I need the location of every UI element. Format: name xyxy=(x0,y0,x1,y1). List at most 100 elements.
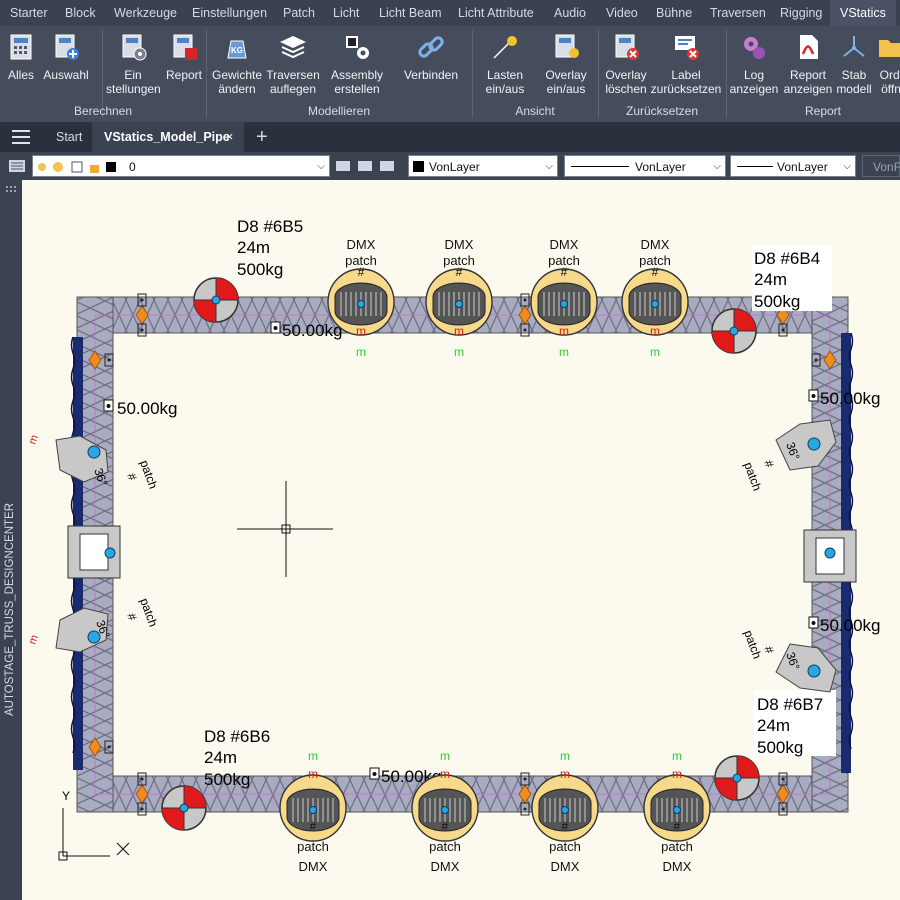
label-zuruecksetzen-button[interactable]: Label zurücksetzen xyxy=(650,30,722,96)
fixture-green-m: m xyxy=(559,345,569,359)
side-bar-fixture-right[interactable] xyxy=(803,529,857,583)
menu-licht-beam[interactable]: Licht Beam xyxy=(379,0,442,26)
side-bar-fixture-left[interactable] xyxy=(67,525,121,579)
color-dropdown[interactable]: VonLayer ⌵ xyxy=(408,155,558,177)
overlay-label: Overlay ein/aus xyxy=(545,68,587,96)
lasten-button[interactable]: Lasten ein/aus xyxy=(480,30,530,96)
cad-drawing[interactable]: D8 #6B5 24m 500kg D8 #6B4 24m 500kg D8 #… xyxy=(22,180,900,900)
verbinden-label: Verbinden xyxy=(403,68,459,82)
verbinden-button[interactable]: Verbinden xyxy=(400,30,462,82)
layer-tools-icons[interactable] xyxy=(334,157,402,175)
add-tab-button[interactable]: + xyxy=(256,122,268,152)
alles-button[interactable]: Alles xyxy=(4,30,38,82)
ribbon: Alles Auswahl Ein stellungen Report Bere… xyxy=(0,26,900,122)
motor-6b7-length: 24m xyxy=(757,716,790,735)
document-tab-bar: Start VStatics_Model_Pipe × + xyxy=(0,122,900,152)
fixture-center-icon xyxy=(651,300,659,308)
menu-einstellungen[interactable]: Einstellungen xyxy=(192,0,267,26)
lineweight-dropdown[interactable]: VonLayer ⌵ xyxy=(730,155,856,177)
assembly-button[interactable]: Assembly erstellen xyxy=(328,30,386,96)
point-load-right-lower[interactable]: 50.00kg xyxy=(808,616,881,635)
fixture-green-m: m xyxy=(672,749,682,763)
tab-close-icon[interactable]: × xyxy=(226,122,233,152)
menu-traversen[interactable]: Traversen xyxy=(710,0,766,26)
menu-werkzeuge[interactable]: Werkzeuge xyxy=(114,0,177,26)
tab-vstatics-model-pipe[interactable]: VStatics_Model_Pipe × xyxy=(92,122,244,152)
auswahl-button[interactable]: Auswahl xyxy=(42,30,90,82)
ordner-button[interactable]: Ordi öffn xyxy=(874,30,900,96)
traversen-button[interactable]: Traversen auflegen xyxy=(266,30,320,96)
plotstyle-dropdown[interactable]: VonFa xyxy=(862,155,900,177)
chevron-down-icon: ⌵ xyxy=(843,161,851,172)
fixture-red-m: m xyxy=(560,767,570,781)
color-value: VonLayer xyxy=(429,160,480,174)
fixture-center-icon xyxy=(560,300,568,308)
layer-dropdown[interactable]: 0 ⌵ xyxy=(32,155,330,177)
report-button[interactable]: Report xyxy=(164,30,204,82)
overlay-loeschen-button[interactable]: Overlay löschen xyxy=(602,30,650,96)
property-toolbar: 0 ⌵ VonLayer ⌵ VonLayer ⌵ VonLayer ⌵ Von… xyxy=(0,152,900,180)
menu-vstatics[interactable]: VStatics xyxy=(830,0,896,26)
fixture-dmx-label: DMX xyxy=(641,237,670,252)
reset-label-icon xyxy=(675,36,699,60)
motor-6b7-id: D8 #6B7 xyxy=(757,695,823,714)
traversen-label: Traversen auflegen xyxy=(266,68,320,96)
stab-modell-button[interactable]: Stab modell xyxy=(836,30,872,96)
side-fixture-m: m xyxy=(27,633,41,646)
side-fixture-m: m xyxy=(27,433,41,446)
ordner-label: Ordi öffn xyxy=(879,68,900,96)
grip-icon xyxy=(6,186,16,192)
fixture-center-icon xyxy=(561,806,569,814)
tab-file-label: VStatics_Model_Pipe xyxy=(104,130,230,144)
group-zuruecksetzen: Zurücksetzen xyxy=(625,104,699,118)
menu-licht[interactable]: Licht xyxy=(333,0,359,26)
color-swatch xyxy=(413,161,424,172)
assembly-icon xyxy=(346,36,369,59)
motor-6b7-load: 500kg xyxy=(757,738,803,757)
menu-block[interactable]: Block xyxy=(65,0,96,26)
group-modellieren: Modellieren xyxy=(307,104,371,118)
fixture-patch-label: patch xyxy=(661,839,693,854)
log-button[interactable]: Log anzeigen xyxy=(728,30,780,96)
overlay-button[interactable]: Overlay ein/aus xyxy=(540,30,592,96)
fixture-green-m: m xyxy=(356,345,366,359)
menu-audio[interactable]: Audio xyxy=(554,0,586,26)
designcenter-palette[interactable]: AUTOSTAGE_TRUSS_DESIGNCENTER xyxy=(0,180,22,900)
drawing-canvas[interactable]: D8 #6B5 24m 500kg D8 #6B4 24m 500kg D8 #… xyxy=(22,180,900,900)
menu-licht-attribute[interactable]: Licht Attribute xyxy=(458,0,534,26)
point-load-right-upper[interactable]: 50.00kg xyxy=(808,389,881,408)
truss-frame[interactable] xyxy=(76,296,849,813)
fixture-dmx-label: DMX xyxy=(347,237,376,252)
fixture-dmx-label: DMX xyxy=(431,859,460,874)
fixture-red-m: m xyxy=(440,767,450,781)
calculator-add-icon xyxy=(55,34,79,60)
menu-patch[interactable]: Patch xyxy=(283,0,315,26)
label-zuruecksetzen-label: Label zurücksetzen xyxy=(650,68,722,96)
alles-label: Alles xyxy=(7,68,34,82)
menu-video[interactable]: Video xyxy=(606,0,638,26)
layer-manager-icon[interactable] xyxy=(8,157,26,175)
linetype-dropdown[interactable]: VonLayer ⌵ xyxy=(564,155,726,177)
menu-buehne[interactable]: Bühne xyxy=(656,0,692,26)
fixture-hash: # xyxy=(442,819,449,833)
fixture-red-m: m xyxy=(672,767,682,781)
fixture-red-m: m xyxy=(356,324,366,338)
fixture-red-m: m xyxy=(559,324,569,338)
fixture-dmx-label: DMX xyxy=(445,237,474,252)
fixture-green-m: m xyxy=(454,345,464,359)
hamburger-menu-icon[interactable] xyxy=(12,130,32,144)
gewichte-button[interactable]: KG Gewichte ändern xyxy=(210,30,264,96)
fixture-dmx-label: DMX xyxy=(663,859,692,874)
report-anzeigen-button[interactable]: Report anzeigen xyxy=(782,30,834,96)
fixture-green-m: m xyxy=(650,345,660,359)
fixture-patch-label: patch xyxy=(548,253,580,268)
einstellungen-button[interactable]: Ein stellungen xyxy=(106,30,161,96)
menu-rigging[interactable]: Rigging xyxy=(780,0,822,26)
chevron-down-icon: ⌵ xyxy=(545,161,553,172)
tab-start[interactable]: Start xyxy=(44,122,94,152)
chevron-down-icon: ⌵ xyxy=(713,161,721,172)
layer-value: 0 xyxy=(129,160,136,174)
point-load-top[interactable]: 50.00kg xyxy=(270,321,343,340)
log-gears-icon xyxy=(744,37,765,59)
menu-starter[interactable]: Starter xyxy=(10,0,48,26)
